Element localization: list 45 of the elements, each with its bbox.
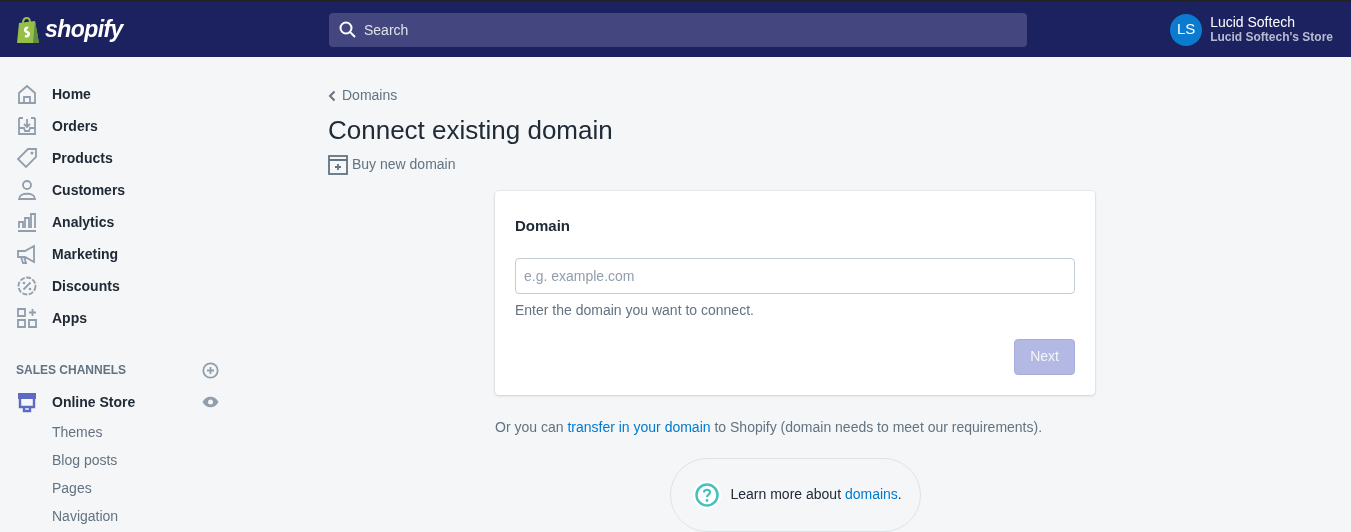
subnav-item[interactable]: Navigation <box>52 502 119 530</box>
card-title: Domain <box>515 216 571 236</box>
store-icon <box>16 391 38 413</box>
chevron-left-icon <box>328 89 336 102</box>
shopping-bag-icon <box>15 14 41 45</box>
nav-item[interactable]: Products <box>16 142 113 174</box>
search-field[interactable]: Search <box>329 12 1027 47</box>
inline-link[interactable]: domains <box>844 486 898 502</box>
tag-icon <box>16 147 38 169</box>
person-icon <box>16 179 38 201</box>
nav-item[interactable]: Orders <box>16 110 98 142</box>
nav-item[interactable]: Discounts <box>16 270 120 302</box>
page-title: Connect existing domain <box>328 114 614 147</box>
bar-chart-icon <box>16 211 38 233</box>
learn-more-text: Learn more about domains. <box>730 485 902 504</box>
transfer-text: Or you can transfer in your domain to Shopify (domain needs to meet our requirements). <box>495 417 1044 437</box>
eye-icon[interactable] <box>202 396 219 408</box>
percent-badge-icon <box>16 275 38 297</box>
search-icon <box>339 20 357 39</box>
nav-item[interactable]: Home <box>16 78 91 110</box>
nav-item[interactable]: Apps <box>16 302 87 334</box>
nav-item[interactable]: Online Store <box>16 391 136 413</box>
home-icon <box>16 83 38 105</box>
store-name: Lucid Softech's Store <box>1210 29 1333 45</box>
nav-item[interactable]: Marketing <box>16 238 119 270</box>
nav-item[interactable]: Analytics <box>16 206 115 238</box>
subnav-item[interactable]: Themes <box>52 418 103 446</box>
section-heading: SALES CHANNELS <box>16 362 126 379</box>
inline-link[interactable]: transfer in your domain <box>567 418 711 435</box>
back-link[interactable]: Domains <box>328 85 398 106</box>
subnav-item[interactable]: Pages <box>52 474 92 502</box>
help-text: Enter the domain you want to connect. <box>515 300 755 320</box>
inbox-download-icon <box>16 115 38 137</box>
logo-text[interactable]: shopify <box>45 12 123 47</box>
help-icon <box>692 480 721 509</box>
nav-item[interactable]: Customers <box>16 174 126 206</box>
megaphone-icon <box>16 243 38 265</box>
browser-add-icon <box>328 154 348 175</box>
apps-grid-icon <box>16 307 38 329</box>
subnav-item[interactable]: Blog posts <box>52 446 118 474</box>
add-icon[interactable] <box>202 361 219 379</box>
user-name: Lucid Softech <box>1210 14 1296 30</box>
domain-input[interactable]: e.g. example.com <box>515 257 1075 294</box>
buy-domain-link[interactable]: Buy new domain <box>328 154 456 175</box>
user-avatar[interactable]: LS <box>1170 13 1203 46</box>
